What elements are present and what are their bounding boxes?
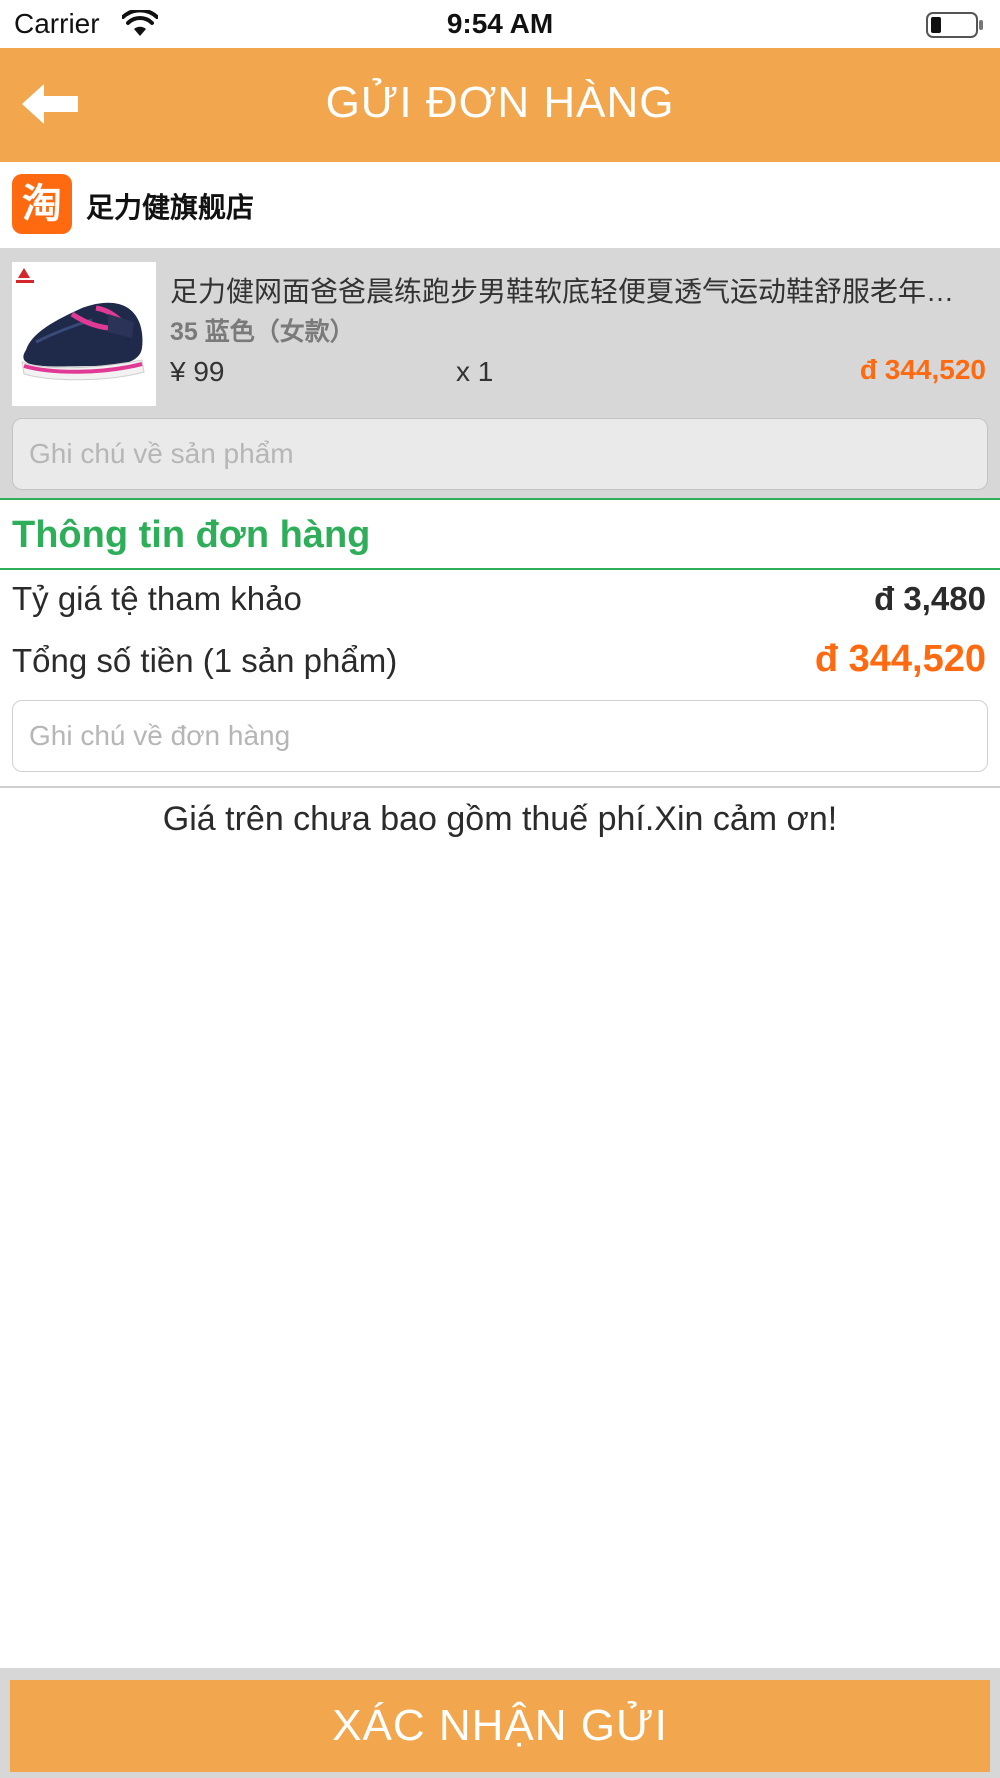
page-title: GỬI ĐƠN HÀNG (325, 78, 675, 127)
status-bar: Carrier 9:54 AM (0, 0, 1000, 48)
shop-row: 淘 足力健旗舰店 (0, 162, 1000, 248)
section-title: Thông tin đơn hàng (12, 514, 371, 556)
shop-name: 足力健旗舰店 (86, 192, 255, 223)
bottom-bar: XÁC NHẬN GỬI (0, 1668, 1000, 1778)
exchange-rate-value: đ 3,480 (874, 580, 986, 617)
order-note-input[interactable] (12, 700, 988, 772)
product-image (12, 262, 156, 406)
confirm-submit-button[interactable]: XÁC NHẬN GỬI (10, 1680, 990, 1772)
exchange-rate-label: Tỷ giá tệ tham khảo (12, 580, 302, 617)
product-title: 足力健网面爸爸晨练跑步男鞋软底轻便夏透气运动鞋舒服老年… (170, 276, 955, 307)
divider (0, 786, 1000, 788)
status-time: 9:54 AM (446, 8, 554, 39)
taobao-logo-icon: 淘 (12, 174, 72, 234)
product-quantity: x 1 (456, 356, 494, 387)
total-amount-value: đ 344,520 (814, 638, 986, 680)
shoe-image-icon (12, 262, 156, 406)
tax-disclaimer: Giá trên chưa bao gồm thuế phí.Xin cảm ơ… (162, 800, 838, 838)
header-bar: GỬI ĐƠN HÀNG (0, 48, 1000, 162)
battery-icon (926, 12, 983, 38)
total-amount-row: Tổng số tiền (1 sản phẩm) đ 344,520 (0, 634, 1000, 690)
product-total-price: đ 344,520 (859, 354, 986, 385)
exchange-rate-row: Tỷ giá tệ tham khảo đ 3,480 (0, 572, 1000, 628)
order-info-header: Thông tin đơn hàng (0, 498, 1000, 570)
product-unit-price: ¥ 99 (170, 356, 225, 387)
product-variant: 35 蓝色（女款） (170, 318, 355, 346)
total-amount-label: Tổng số tiền (1 sản phẩm) (12, 642, 398, 679)
product-note-input[interactable] (12, 418, 988, 490)
product-item: 足力健网面爸爸晨练跑步男鞋软底轻便夏透气运动鞋舒服老年… 35 蓝色（女款） ¥… (0, 248, 1000, 498)
